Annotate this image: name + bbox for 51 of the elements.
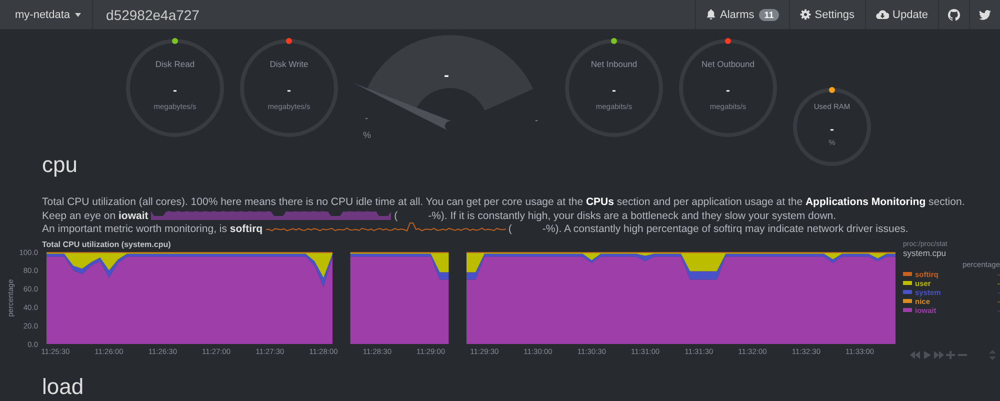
metric-value: -	[427, 210, 432, 222]
section-link[interactable]: CPUs	[586, 196, 614, 208]
gauge-value: -	[173, 83, 177, 97]
description-text: %). A constantly high percentage of softirq may indicate network driver issues.	[546, 223, 908, 235]
description-text: (	[508, 223, 512, 235]
legend-swatch	[903, 281, 912, 285]
update-button[interactable]: Update	[864, 0, 938, 29]
gear-icon	[800, 9, 811, 20]
description-text: Total CPU utilization (all cores). 100% here means there is no CPU idle time at all. You can get per core usage at the	[42, 196, 584, 208]
cat-icon[interactable]	[948, 8, 960, 20]
legend-swatch	[903, 272, 912, 276]
resize-icon[interactable]	[989, 350, 996, 360]
caret-icon	[75, 12, 82, 16]
gauge-min: -	[365, 112, 368, 124]
legend-swatch	[903, 290, 912, 294]
description-text: %). If it is constantly high, your disks are a bottleneck and they slow your system down.	[432, 210, 836, 222]
gauge-value: -	[726, 83, 730, 97]
gauge-value: -	[612, 83, 616, 97]
description-text: (	[394, 210, 398, 222]
section-heading: cpu	[41, 151, 78, 178]
bell-icon	[706, 9, 716, 20]
gauge-value: -	[287, 83, 291, 97]
gauge-max: -	[535, 114, 538, 126]
chart-title: Total CPU utilization (system.cpu)	[41, 240, 172, 248]
section-link[interactable]: Applications Monitoring	[805, 196, 926, 208]
metric-value: -	[541, 223, 546, 236]
gauge-unit: %	[363, 129, 372, 141]
hostname: d52982e4a727	[105, 6, 200, 24]
gauge-title: Net Inbound	[590, 58, 638, 70]
description-text: section.	[928, 196, 965, 208]
cloud-download-icon	[876, 9, 889, 20]
bird-icon[interactable]	[979, 10, 991, 20]
brand-menu-button[interactable]: my-netdata	[0, 0, 94, 29]
gauge-title: Net Outbound	[702, 58, 754, 70]
rewind-icon[interactable]	[910, 350, 920, 358]
zoom-in-icon[interactable]	[946, 350, 956, 358]
play-icon[interactable]	[922, 350, 932, 358]
fast-forward-icon[interactable]	[934, 350, 944, 358]
gauge-value: -	[830, 122, 834, 136]
gauge-title: Disk Read	[155, 58, 195, 70]
settings-button[interactable]: Settings	[788, 0, 865, 29]
section-heading: load	[41, 372, 85, 400]
chart-id: system.cpu	[903, 248, 947, 258]
gauge-title: Disk Write	[270, 58, 308, 70]
alarms-button[interactable]: Alarms 11	[695, 0, 789, 29]
description-text: An important metric worth monitoring, is softirq	[42, 223, 263, 235]
description-text: section and per application usage at the	[616, 196, 803, 208]
count-badge: 11	[759, 8, 779, 20]
gauge-value: -	[444, 70, 449, 82]
description-text: Keep an eye on iowait	[42, 210, 148, 222]
legend-swatch	[903, 308, 912, 312]
